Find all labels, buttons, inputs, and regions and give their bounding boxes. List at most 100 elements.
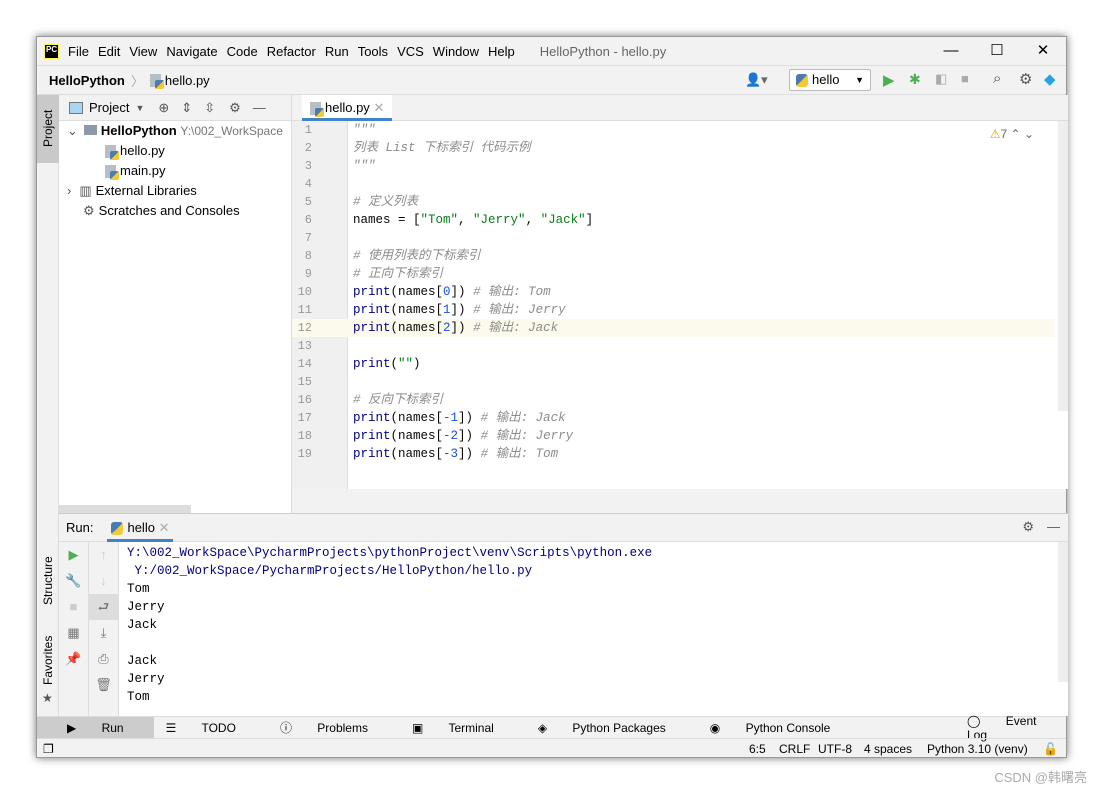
run-tab-hello[interactable]: hello ✕ [107,514,174,542]
code-line[interactable]: 5 # 定义列表 [292,193,1054,211]
lock-icon[interactable]: 🔓 [1043,742,1058,756]
pin-icon[interactable]: 📌 [59,646,88,672]
locate-icon[interactable]: ⊕ [158,100,169,116]
print-icon[interactable]: ⎙ [89,646,118,672]
code-line[interactable]: 16 # 反向下标索引 [292,391,1054,409]
console-output[interactable]: Y:\002_WorkSpace\PycharmProjects\pythonP… [127,544,652,706]
search-icon[interactable]: ⌕ [993,70,1001,87]
horizontal-scrollbar[interactable] [59,505,191,513]
tab-hello-py[interactable]: hello.py ✕ [302,95,393,121]
code-line[interactable]: 11 print(names[1]) # 输出: Jerry [292,301,1054,319]
tool-tab-python-console[interactable]: ◉ Python Console [710,721,853,735]
rerun-icon[interactable]: ▶ [59,542,88,568]
caret-position[interactable]: 6:5 [749,742,766,756]
breadcrumb-project[interactable]: HelloPython [49,73,125,88]
menu-refactor[interactable]: Refactor [267,44,316,59]
code-line[interactable]: 12 print(names[2]) # 输出: Jack [292,319,1054,337]
close-button[interactable]: ✕ [1020,37,1066,65]
up-icon[interactable]: ↑ [89,542,118,568]
soft-wrap-icon[interactable]: ⮐ [89,594,118,620]
tree-external-libraries[interactable]: › ▥ External Libraries [59,181,291,201]
code-line[interactable]: 1 """ [292,121,1054,139]
chevron-down-icon[interactable]: ⌄ [67,123,78,138]
code-line[interactable]: 18 print(names[-2]) # 输出: Jerry [292,427,1054,445]
gear-icon[interactable]: ⚙ [229,100,241,116]
hide-icon[interactable]: — [1047,519,1060,534]
close-tab-icon[interactable]: ✕ [159,520,170,535]
down-icon[interactable]: ↓ [89,568,118,594]
expand-all-icon[interactable]: ⇕ [181,100,192,116]
layout-icon[interactable]: ▦ [59,620,88,646]
gear-icon[interactable]: ⚙ [1022,519,1034,535]
tool-tab-run[interactable]: ▶ Run [37,716,154,739]
code-line[interactable]: 3 """ [292,157,1054,175]
chevron-up-icon[interactable]: ⌃ [1011,127,1021,141]
trash-icon[interactable]: 🗑 [89,672,118,698]
tool-tab-python-packages[interactable]: ◈ Python Packages [538,721,688,735]
interpreter[interactable]: Python 3.10 (venv) [927,742,1028,756]
chevron-right-icon[interactable]: › [67,183,71,198]
tree-file-main[interactable]: main.py [59,161,291,181]
favorites-tool-label[interactable]: Favorites [41,636,55,685]
code-line[interactable]: 9 # 正向下标索引 [292,265,1054,283]
coverage-icon[interactable]: ◧ [935,71,947,87]
warnings-indicator[interactable]: ⚠7 ⌃ ⌄ [990,127,1034,141]
code-line[interactable]: 8 # 使用列表的下标索引 [292,247,1054,265]
code-line[interactable]: 15 [292,373,1054,391]
stop-icon[interactable]: ■ [961,71,969,86]
hide-icon[interactable]: — [253,100,266,115]
code-line[interactable]: 6 names = ["Tom", "Jerry", "Jack"] [292,211,1054,229]
console-scrollbar[interactable] [1058,542,1068,682]
wrench-icon[interactable]: 🔧 [59,568,88,594]
code-line[interactable]: 10 print(names[0]) # 输出: Tom [292,283,1054,301]
code-line[interactable]: 13 [292,337,1054,355]
menu-navigate[interactable]: Navigate [166,44,217,59]
code-token: # 输出: Jerry [473,303,566,317]
menu-help[interactable]: Help [488,44,515,59]
structure-tool-label[interactable]: Structure [41,556,55,605]
run-icon[interactable]: ▶ [883,71,895,89]
code-line[interactable]: 17 print(names[-1]) # 输出: Jack [292,409,1054,427]
menu-tools[interactable]: Tools [358,44,388,59]
code-line[interactable]: 2 列表 List 下标索引 代码示例 [292,139,1054,157]
project-tool-label[interactable]: Project [41,110,55,147]
code-area[interactable]: 1 """ 2 列表 List 下标索引 代码示例 3 """ 4 5 # 定义列表 6 names… [292,121,1054,463]
encoding[interactable]: UTF-8 [818,742,852,756]
code-line[interactable]: 14 print("") [292,355,1054,373]
menu-run[interactable]: Run [325,44,349,59]
maximize-button[interactable]: ☐ [974,37,1020,65]
line-separator[interactable]: CRLF [779,742,810,756]
menu-vcs[interactable]: VCS [397,44,424,59]
stop-icon[interactable]: ■ [59,594,88,620]
code-line[interactable]: 19 print(names[-3]) # 输出: Tom [292,445,1054,463]
menu-window[interactable]: Window [433,44,479,59]
jetbrains-icon[interactable]: ◆ [1044,70,1056,88]
close-tab-icon[interactable]: ✕ [373,100,384,115]
project-view-select[interactable]: Project [89,100,129,115]
toggle-tool-windows-icon[interactable]: ❐ [43,742,54,756]
tool-tab-terminal[interactable]: ▣ Terminal [412,721,516,735]
code-line[interactable]: 4 [292,175,1054,193]
debug-icon[interactable]: ✱ [909,71,921,88]
tree-scratches[interactable]: ⚙ Scratches and Consoles [59,201,291,221]
menu-edit[interactable]: Edit [98,44,120,59]
menu-view[interactable]: View [129,44,157,59]
minimize-button[interactable]: — [928,37,974,65]
tool-tab-problems[interactable]: ⓘ Problems [280,719,390,736]
indent[interactable]: 4 spaces [864,742,912,756]
collapse-all-icon[interactable]: ⇳ [204,100,215,116]
menu-file[interactable]: File [68,44,89,59]
chevron-down-icon[interactable]: ▼ [135,103,144,113]
tool-tab-todo[interactable]: ☰ TODO [166,721,258,735]
vertical-scrollbar[interactable] [1058,121,1068,411]
scroll-to-end-icon[interactable]: ⤓ [89,620,118,646]
run-config-select[interactable]: hello ▼ [789,69,871,91]
tree-file-hello[interactable]: hello.py [59,141,291,161]
chevron-down-icon[interactable]: ⌄ [1024,127,1034,141]
gear-icon[interactable]: ⚙ [1019,70,1032,88]
user-icon[interactable]: 👤▾ [745,72,768,88]
menu-code[interactable]: Code [227,44,258,59]
code-line[interactable]: 7 [292,229,1054,247]
tree-root[interactable]: ⌄ HelloPython Y:\002_WorkSpace [59,121,291,141]
breadcrumb-file[interactable]: hello.py [165,73,210,88]
